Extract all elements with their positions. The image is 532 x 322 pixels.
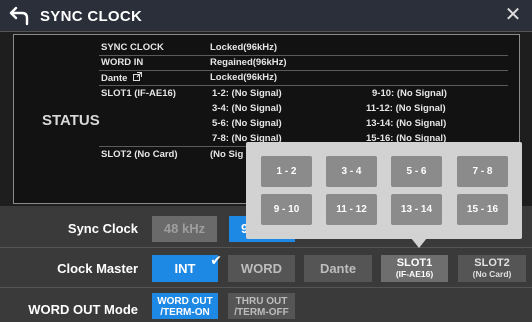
channel-15-16-button[interactable]: 15 - 16 — [457, 194, 508, 225]
slot2-status-value: (No Sig — [210, 149, 244, 160]
slot1-ch-3-4: 3-4: (No Signal) — [212, 103, 282, 114]
status-label: STATUS — [42, 112, 100, 129]
clock-master-slot2-button[interactable]: SLOT2 (No Card) — [458, 255, 526, 282]
sync-clock-status-name: SYNC CLOCK — [101, 42, 164, 53]
channel-7-8-button[interactable]: 7 - 8 — [457, 156, 508, 187]
back-arrow-icon[interactable] — [8, 4, 32, 28]
word-in-status-name: WORD IN — [101, 57, 144, 68]
slot1-ch-9-10: 9-10: (No Signal) — [372, 88, 447, 99]
slot2-status-name: SLOT2 (No Card) — [101, 149, 178, 160]
slot1-ch-5-6: 5-6: (No Signal) — [212, 118, 282, 129]
word-out-mode-label: WORD OUT Mode — [28, 302, 138, 317]
slot1-ch-1-2: 1-2: (No Signal) — [212, 88, 282, 99]
link-icon — [133, 72, 143, 85]
dante-status-name: Dante — [101, 72, 143, 85]
slot1-status-name: SLOT1 (IF-AE16) — [101, 88, 176, 99]
clock-master-dante-button[interactable]: Dante — [304, 255, 372, 282]
window-title: SYNC CLOCK — [40, 8, 143, 25]
sync-48khz-button[interactable]: 48 kHz — [152, 216, 217, 242]
popup-pointer — [411, 238, 427, 248]
sync-clock-label: Sync Clock — [67, 221, 138, 236]
channel-11-12-button[interactable]: 11 - 12 — [326, 194, 377, 225]
word-out-term-on-button[interactable]: WORD OUT /TERM-ON — [152, 293, 218, 319]
channel-5-6-button[interactable]: 5 - 6 — [391, 156, 442, 187]
slot1-ch-13-14: 13-14: (No Signal) — [366, 118, 447, 129]
clock-master-word-button[interactable]: WORD — [228, 255, 295, 282]
slot-channel-popup: 1 - 2 3 - 4 5 - 6 7 - 8 9 - 10 11 - 12 1… — [246, 142, 522, 239]
dante-status-value: Locked(96kHz) — [210, 72, 278, 83]
clock-master-slot1-button[interactable]: SLOT1 (IF-AE16) — [381, 255, 448, 282]
thru-out-term-off-button[interactable]: THRU OUT /TERM-OFF — [228, 293, 295, 319]
channel-9-10-button[interactable]: 9 - 10 — [261, 194, 312, 225]
channel-1-2-button[interactable]: 1 - 2 — [261, 156, 312, 187]
word-in-status-value: Regained(96kHz) — [210, 57, 287, 68]
checkmark-icon: ✔ — [210, 252, 222, 268]
slot1-ch-11-12: 11-12: (No Signal) — [366, 103, 446, 114]
clock-master-label: Clock Master — [57, 261, 138, 276]
close-icon[interactable]: ✕ — [502, 4, 524, 26]
clock-master-int-button[interactable]: INT ✔ — [152, 252, 222, 282]
sync-clock-status-value: Locked(96kHz) — [210, 42, 278, 53]
title-bar: SYNC CLOCK ✕ — [0, 0, 532, 32]
channel-13-14-button[interactable]: 13 - 14 — [391, 194, 442, 225]
channel-3-4-button[interactable]: 3 - 4 — [326, 156, 377, 187]
